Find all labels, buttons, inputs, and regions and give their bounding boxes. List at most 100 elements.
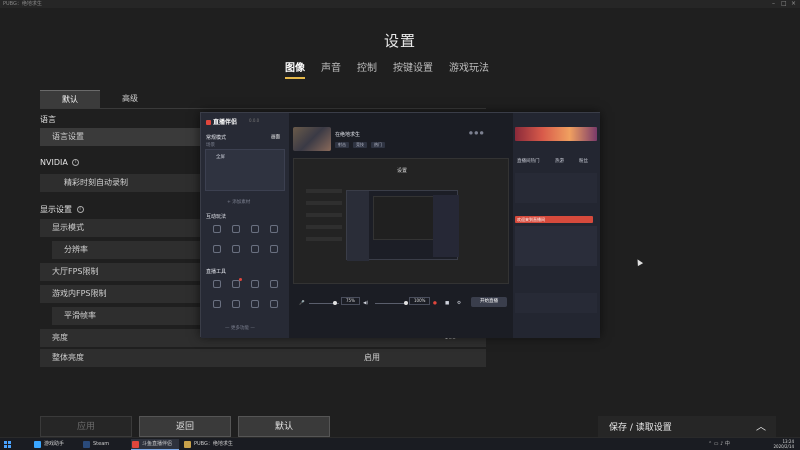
taskbar-item[interactable]: PUBG：绝地求生 bbox=[183, 439, 233, 450]
system-audio-slider[interactable] bbox=[375, 301, 408, 305]
back-button[interactable]: 返回 bbox=[139, 416, 231, 437]
stream-tag: 射击 bbox=[335, 142, 349, 148]
page-title: 设置 bbox=[383, 32, 416, 50]
minimize-icon[interactable]: – bbox=[772, 0, 775, 8]
section-language-title: 语言 bbox=[40, 115, 56, 124]
tab-control[interactable]: 控制 bbox=[357, 59, 377, 79]
default-button[interactable]: 默认 bbox=[238, 416, 330, 437]
stream-preview[interactable]: 设置 bbox=[293, 158, 509, 284]
info-icon[interactable]: i bbox=[76, 206, 84, 213]
tab-graphics[interactable]: 图像 bbox=[285, 59, 305, 79]
taskbar-item-active[interactable]: 斗鱼直播伴侣 bbox=[131, 439, 179, 450]
taskbar-item[interactable]: 游戏助手 bbox=[33, 439, 78, 450]
mouse-cursor bbox=[634, 257, 644, 267]
streaming-main: 在绝地求生 射击 竞技 热门 ● ● ● 设置 🎤 75% ◀) 100% ● … bbox=[289, 113, 513, 338]
mic-slider[interactable] bbox=[309, 301, 339, 305]
chat-input[interactable] bbox=[515, 293, 597, 313]
settings-tabs: 图像 声音 控制 按键设置 游戏玩法 bbox=[285, 59, 489, 79]
preview-row bbox=[306, 225, 342, 229]
stream-title[interactable]: 在绝地求生 bbox=[335, 131, 360, 138]
promo-banner[interactable] bbox=[515, 127, 597, 141]
windows-start-icon[interactable] bbox=[4, 441, 11, 448]
divider bbox=[40, 108, 486, 109]
tool-icon[interactable] bbox=[232, 225, 240, 233]
streaming-right-panel: 直播间热门 热游 粉丝 欢迎来到直播间 bbox=[513, 113, 600, 338]
tool-icon[interactable] bbox=[213, 245, 221, 253]
taskbar-clock[interactable]: 13:24 2020/2/14 bbox=[773, 439, 794, 449]
tool-icon[interactable] bbox=[213, 280, 221, 288]
tool-icon[interactable] bbox=[232, 300, 240, 308]
tools-title: 直播工具 bbox=[206, 269, 227, 275]
tool-icon[interactable] bbox=[251, 245, 259, 253]
tab-sound[interactable]: 声音 bbox=[321, 59, 341, 79]
chat-area bbox=[515, 226, 597, 266]
close-icon[interactable]: × bbox=[791, 0, 796, 8]
record-icon[interactable]: ● bbox=[433, 301, 437, 306]
streaming-logo: 直播伴侣 bbox=[206, 117, 237, 126]
preview-row bbox=[306, 213, 342, 217]
language-row-label: 语言设置 bbox=[52, 132, 84, 141]
tool-icon[interactable] bbox=[270, 225, 278, 233]
subtab-advanced[interactable]: 高级 bbox=[100, 90, 160, 108]
add-material-button[interactable]: + 添加素材 bbox=[227, 199, 250, 205]
sub-tabs: 默认 高级 bbox=[40, 90, 160, 108]
section-display-title: 显示设置 i bbox=[40, 204, 84, 215]
stream-tag: 热门 bbox=[371, 142, 385, 148]
scene-list: 全屏 bbox=[205, 149, 285, 191]
window-title: PUBG：绝地求生 bbox=[3, 1, 42, 7]
gear-icon[interactable]: ⚙ bbox=[457, 301, 461, 306]
tool-icon[interactable] bbox=[251, 280, 259, 288]
lobby-fps-label: 大厅FPS限制 bbox=[52, 267, 99, 276]
preview-nested-window bbox=[346, 190, 459, 261]
tool-icon[interactable] bbox=[270, 245, 278, 253]
tab-keybinding[interactable]: 按键设置 bbox=[393, 59, 433, 79]
audio-controls: 🎤 75% ◀) 100% ● ■ ⚙ 开始直播 bbox=[293, 291, 509, 331]
taskbar: 游戏助手 Steam 斗鱼直播伴侣 PUBG：绝地求生 ⌃ ▭ ♪ 中 13:2… bbox=[0, 437, 800, 450]
nvidia-row-label: 精彩时刻自动录制 bbox=[64, 178, 128, 187]
chat-area bbox=[515, 173, 597, 203]
streaming-version: 0.0.0 bbox=[249, 118, 260, 123]
tool-icon[interactable] bbox=[213, 300, 221, 308]
tray-icons[interactable]: ⌃ ▭ ♪ 中 bbox=[708, 438, 730, 450]
resolution-label: 分辨率 bbox=[64, 245, 88, 254]
tool-icon[interactable] bbox=[270, 280, 278, 288]
tool-icon[interactable] bbox=[251, 300, 259, 308]
gift-icon[interactable]: ■ bbox=[445, 301, 449, 306]
subtab-default[interactable]: 默认 bbox=[40, 90, 100, 108]
info-icon[interactable]: i bbox=[72, 159, 80, 166]
live-stats: ● ● ● bbox=[469, 131, 484, 136]
taskbar-item[interactable]: Steam bbox=[82, 439, 127, 450]
maximize-icon[interactable]: □ bbox=[781, 0, 787, 8]
right-tab[interactable]: 热游 bbox=[555, 158, 564, 164]
tool-icon[interactable] bbox=[270, 300, 278, 308]
right-tab[interactable]: 直播间热门 bbox=[517, 158, 540, 164]
overall-brightness-value: 启用 bbox=[364, 353, 380, 362]
window-titlebar: PUBG：绝地求生 – □ × bbox=[0, 0, 800, 8]
streaming-sidebar: 直播伴侣 0.0.0 常规模式 画面 场景 全屏 + 添加素材 互动玩法 直播工… bbox=[201, 113, 289, 338]
speaker-icon[interactable]: ◀) bbox=[363, 301, 368, 306]
scene-tab[interactable]: 画面 bbox=[271, 134, 280, 140]
smooth-fps-label: 平滑帧率 bbox=[64, 311, 96, 320]
mic-icon[interactable]: 🎤 bbox=[299, 301, 305, 306]
stream-tag: 竞技 bbox=[353, 142, 367, 148]
stream-cover-image[interactable] bbox=[293, 127, 331, 151]
apply-button[interactable]: 应用 bbox=[40, 416, 132, 437]
chat-highlight: 欢迎来到直播间 bbox=[515, 216, 593, 223]
tool-icon[interactable] bbox=[213, 225, 221, 233]
scene-item[interactable]: 全屏 bbox=[216, 154, 225, 160]
ingame-fps-label: 游戏内FPS限制 bbox=[52, 289, 107, 298]
start-live-button[interactable]: 开始直播 bbox=[471, 297, 507, 307]
system-audio-percent: 100% bbox=[409, 297, 431, 305]
right-tab[interactable]: 粉丝 bbox=[579, 158, 588, 164]
tool-icon[interactable] bbox=[232, 245, 240, 253]
mic-percent: 75% bbox=[341, 297, 360, 305]
tab-gameplay[interactable]: 游戏玩法 bbox=[449, 59, 489, 79]
tool-icon[interactable] bbox=[232, 278, 242, 288]
clock-date: 2020/2/14 bbox=[773, 444, 794, 449]
overall-brightness-row[interactable]: 整体亮度 启用 bbox=[40, 349, 486, 367]
streaming-app-window[interactable]: 直播伴侣 0.0.0 常规模式 画面 场景 全屏 + 添加素材 互动玩法 直播工… bbox=[200, 112, 600, 338]
mode-selector[interactable]: 常规模式 bbox=[206, 134, 226, 141]
preview-title: 设置 bbox=[396, 168, 407, 174]
tool-icon[interactable] bbox=[251, 225, 259, 233]
more-features[interactable]: — 更多功能 — bbox=[225, 325, 255, 331]
